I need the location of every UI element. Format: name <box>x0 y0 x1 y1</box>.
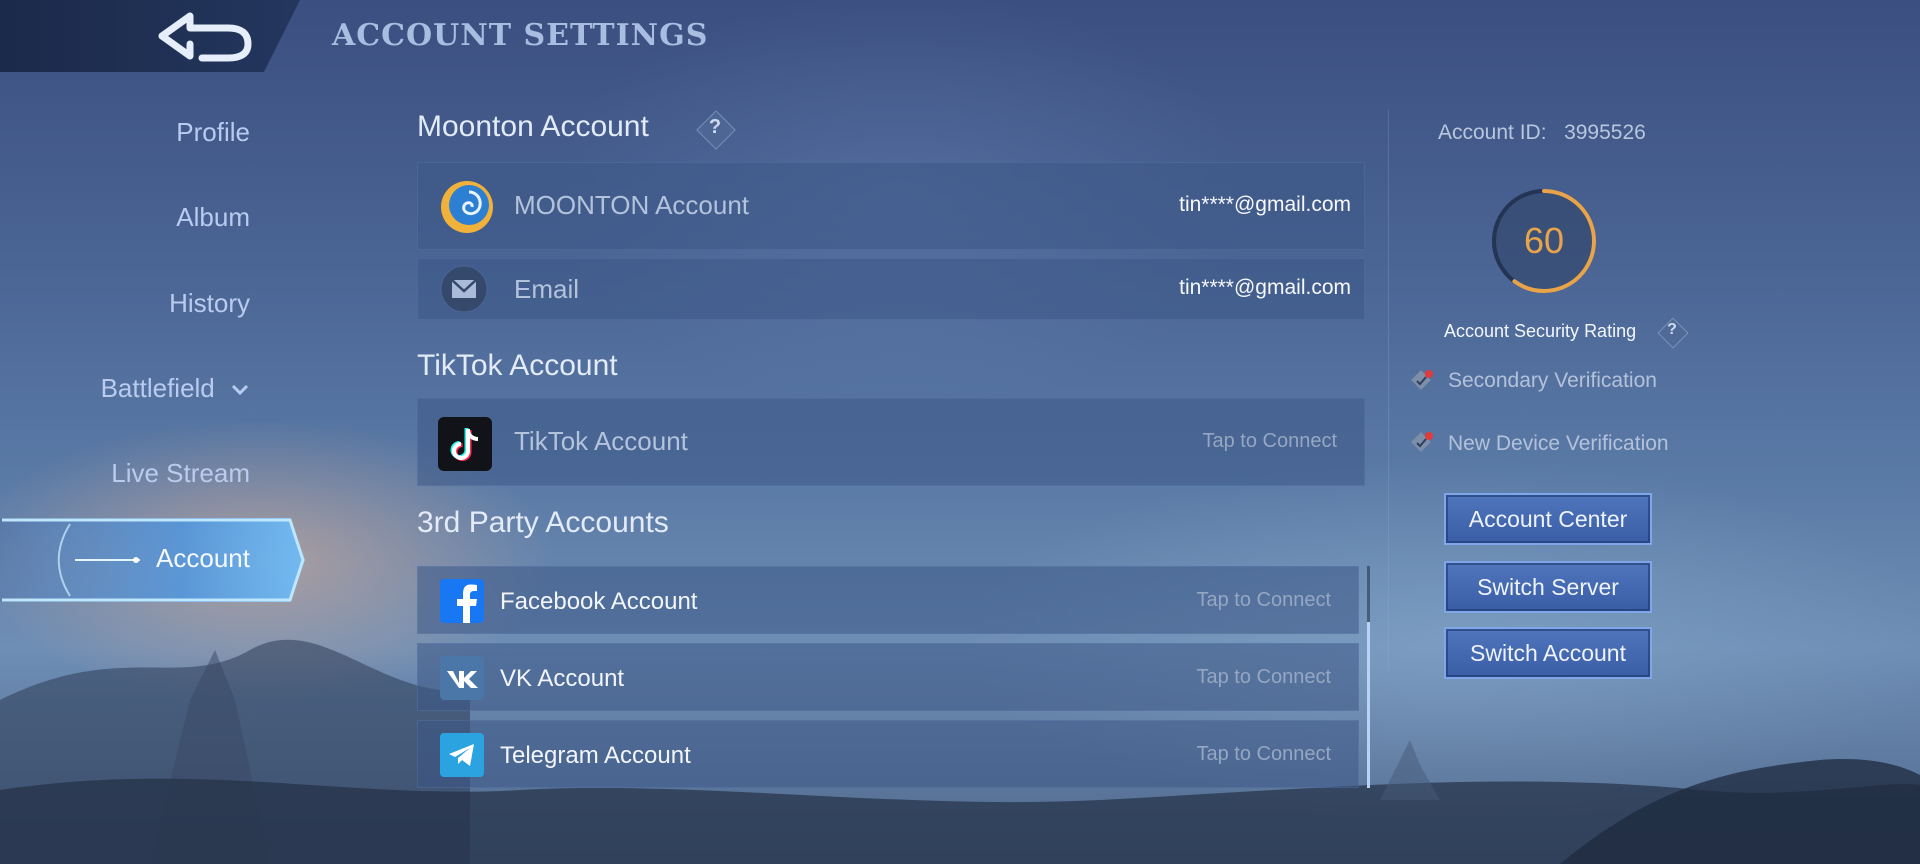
tiktok-account-row[interactable]: TikTok Account Tap to Connect <box>417 398 1365 486</box>
email-row[interactable]: Email tin****@gmail.com <box>417 258 1365 320</box>
security-rating-label: Account Security Rating <box>1444 321 1637 341</box>
facebook-tap-to-connect: Tap to Connect <box>1196 589 1331 611</box>
vk-icon <box>440 656 484 700</box>
envelope-icon <box>440 265 488 313</box>
help-icon: ? <box>1667 321 1677 338</box>
chevron-down-icon <box>231 385 249 396</box>
account-id: Account ID: 3995526 <box>1438 121 1646 145</box>
moonton-account-value: tin****@gmail.com <box>1179 193 1351 216</box>
security-rating-gauge: 60 <box>1492 189 1596 293</box>
nav-item-battlefield-label: Battlefield <box>100 373 215 403</box>
account-id-value: 3995526 <box>1564 121 1646 144</box>
back-button[interactable] <box>150 6 260 66</box>
moonton-logo-icon <box>441 181 493 233</box>
email-label: Email <box>514 274 580 304</box>
nav-item-album[interactable]: Album <box>0 202 250 233</box>
security-rating-value: 60 <box>1524 220 1564 261</box>
telegram-icon <box>440 733 484 777</box>
tiktok-icon <box>438 417 492 471</box>
account-center-button[interactable]: Account Center <box>1444 493 1652 545</box>
back-arrow-icon <box>158 12 252 62</box>
section-title-tiktok: TikTok Account <box>417 349 618 382</box>
switch-server-button[interactable]: Switch Server <box>1444 561 1652 613</box>
tiktok-tap-to-connect: Tap to Connect <box>1202 430 1337 452</box>
facebook-account-row[interactable]: Facebook Account Tap to Connect <box>417 566 1359 634</box>
vk-account-label: VK Account <box>500 665 625 692</box>
vk-tap-to-connect: Tap to Connect <box>1196 666 1331 688</box>
shield-check-icon <box>1411 432 1433 452</box>
telegram-account-row[interactable]: Telegram Account Tap to Connect <box>417 720 1359 788</box>
nav-item-account[interactable]: Account <box>0 543 250 574</box>
nav-item-live-stream[interactable]: Live Stream <box>0 458 250 489</box>
email-value: tin****@gmail.com <box>1179 276 1351 299</box>
moonton-account-label: MOONTON Account <box>514 190 750 220</box>
scrollbar-thumb[interactable] <box>1367 622 1370 788</box>
nav-item-history[interactable]: History <box>0 288 250 319</box>
telegram-tap-to-connect: Tap to Connect <box>1196 743 1331 765</box>
new-device-verification[interactable]: New Device Verification <box>1448 432 1669 456</box>
vk-account-row[interactable]: VK Account Tap to Connect <box>417 643 1359 711</box>
facebook-icon <box>440 579 484 623</box>
tiktok-account-label: TikTok Account <box>514 426 688 456</box>
shield-check-icon <box>1411 370 1433 390</box>
nav-item-profile[interactable]: Profile <box>0 117 250 148</box>
telegram-account-label: Telegram Account <box>500 742 691 769</box>
nav-item-battlefield[interactable]: Battlefield <box>0 373 250 404</box>
section-title-moonton: Moonton Account <box>417 110 649 143</box>
moonton-account-row[interactable]: MOONTON Account tin****@gmail.com <box>417 162 1365 250</box>
help-icon: ? <box>708 116 722 138</box>
page-title: ACCOUNT SETTINGS <box>332 18 709 53</box>
account-id-label: Account ID: <box>1438 121 1547 144</box>
secondary-verification[interactable]: Secondary Verification <box>1448 369 1657 393</box>
facebook-account-label: Facebook Account <box>500 588 698 615</box>
section-title-third-party: 3rd Party Accounts <box>417 506 669 539</box>
panel-divider <box>1388 110 1389 670</box>
switch-account-button[interactable]: Switch Account <box>1444 627 1652 679</box>
